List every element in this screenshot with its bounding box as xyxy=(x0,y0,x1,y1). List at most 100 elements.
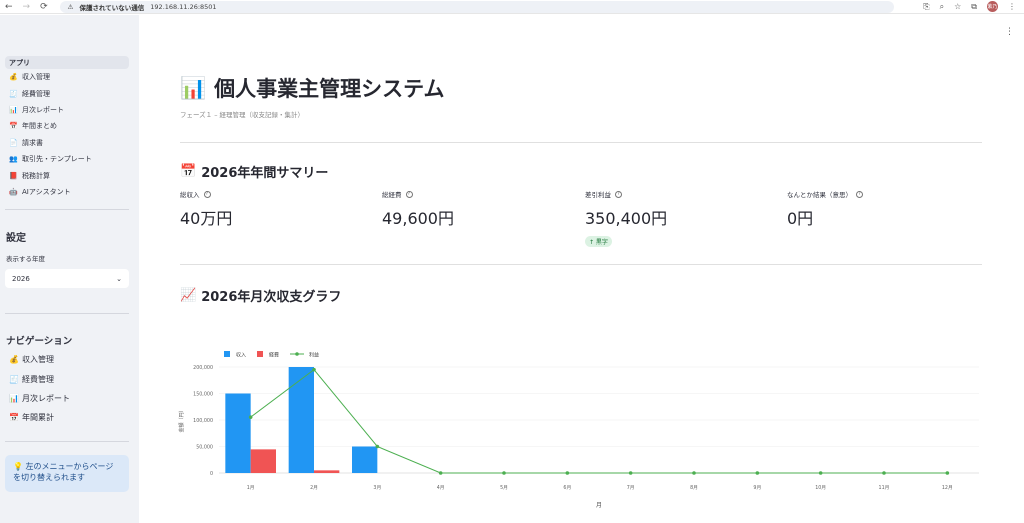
page-label: 税務計算 xyxy=(22,171,50,180)
y-tick-label: 200,000 xyxy=(193,365,213,371)
calendar-icon: 📅 xyxy=(9,413,19,423)
page-item-monthly-report[interactable]: 📊 月次レポート xyxy=(5,102,129,118)
legend-label: 利益 xyxy=(309,352,319,359)
income-bar xyxy=(288,367,314,473)
profit-point xyxy=(375,444,380,449)
page-label: 収入管理 xyxy=(22,73,50,82)
settings-title: 設定 xyxy=(6,233,26,245)
page-title-text: 個人事業主管理システム xyxy=(214,77,445,101)
help-icon[interactable]: ? xyxy=(203,190,211,198)
y-tick-label: 0 xyxy=(210,471,213,477)
browser-toolbar: ← → ⟳ ⚠ 保護されていない通信 192.168.11.26:8501 ⎘ … xyxy=(0,0,1024,14)
page-item-clients[interactable]: 👥 取引先・テンプレート xyxy=(5,151,129,167)
nav-link-monthly-report[interactable]: 📊 月次レポート xyxy=(5,389,129,408)
app-menu-icon[interactable]: ⋮ xyxy=(1005,27,1014,37)
page-item-tax[interactable]: 📕 税務計算 xyxy=(5,167,129,183)
metric-net-profit: 差引利益? 350,400円 ↑ 黒字 xyxy=(585,189,667,248)
metric-value: 40万円 xyxy=(180,209,233,228)
profit-point xyxy=(628,471,633,475)
nav-link-expense[interactable]: 🧾 経費管理 xyxy=(5,370,129,389)
forward-icon[interactable]: → xyxy=(23,2,31,12)
page-subtitle: フェーズ１ – 経理管理（収支記録・集計） xyxy=(180,111,305,119)
legend-marker xyxy=(295,352,299,356)
metric-total-income: 総収入? 40万円 xyxy=(180,189,232,229)
page-label: 月次レポート xyxy=(22,105,64,114)
profit-point xyxy=(565,471,570,475)
x-tick-label: 4月 xyxy=(437,485,445,491)
x-axis-title: 月 xyxy=(596,502,602,509)
receipt-icon: 🧾 xyxy=(9,89,18,98)
profit-point xyxy=(438,471,443,475)
monthly-chart[interactable]: 0 50,000 100,000 150,000 200,000 1月 2月 3月 4月 5月 6月… xyxy=(169,347,989,512)
x-tick-label: 2月 xyxy=(310,485,318,491)
x-tick-label: 12月 xyxy=(942,485,953,491)
browser-menu-icon[interactable]: ⋮ xyxy=(1008,2,1016,11)
y-tick-label: 50,000 xyxy=(196,445,213,451)
address-bar[interactable]: ⚠ 保護されていない通信 192.168.11.26:8501 xyxy=(59,0,894,13)
main-content: ⋮ 📊 個人事業主管理システム フェーズ１ – 経理管理（収支記録・集計） 📅 … xyxy=(139,15,1024,523)
x-tick-label: 5月 xyxy=(500,485,508,491)
nav-link-label: 年間累計 xyxy=(21,413,54,423)
money-bag-icon: 💰 xyxy=(9,73,18,82)
bar-chart-icon: 📊 xyxy=(9,394,19,404)
legend-label: 経費 xyxy=(269,352,279,359)
page-item-yearly-summary[interactable]: 📅 年間まとめ xyxy=(5,118,129,134)
legend-label: 収入 xyxy=(236,352,246,359)
x-tick-label: 6月 xyxy=(563,485,571,491)
zoom-icon[interactable]: ⌕ xyxy=(940,2,944,12)
page-list: 💰 収入管理 🧾 経費管理 📊 月次レポート 📅 年間まとめ 📄 請求書 👥 取引先・テンプ… xyxy=(5,69,129,200)
app-header-label: アプリ xyxy=(9,58,30,67)
page-item-income[interactable]: 💰 収入管理 xyxy=(5,69,129,85)
divider xyxy=(180,264,982,265)
lightbulb-icon: 💡 xyxy=(13,461,23,471)
document-icon: 📄 xyxy=(9,138,18,147)
profile-avatar[interactable]: 紫乃 xyxy=(987,1,998,12)
metric-value: 350,400円 xyxy=(585,209,668,228)
navigation-title: ナビゲーション xyxy=(6,336,73,348)
bar-chart-icon: 📊 xyxy=(9,105,18,114)
robot-icon: 🤖 xyxy=(9,187,18,196)
profit-point xyxy=(248,415,253,419)
page-label: 取引先・テンプレート xyxy=(22,155,92,164)
nav-link-yearly-total[interactable]: 📅 年間累計 xyxy=(5,408,129,427)
divider xyxy=(180,142,982,143)
divider xyxy=(5,440,129,442)
reload-icon[interactable]: ⟳ xyxy=(40,2,48,12)
metric-delta-badge: ↑ 黒字 xyxy=(585,236,612,247)
y-tick-label: 150,000 xyxy=(193,392,213,398)
extensions-icon[interactable]: ⧉ xyxy=(971,2,977,12)
page-item-expense[interactable]: 🧾 経費管理 xyxy=(5,85,129,101)
y-tick-label: 100,000 xyxy=(193,418,213,424)
back-icon[interactable]: ← xyxy=(5,2,13,12)
profit-point xyxy=(945,471,950,475)
info-box: 💡 左のメニューからページを切り替えられます xyxy=(5,454,129,492)
page-label: 経費管理 xyxy=(22,89,50,98)
people-icon: 👥 xyxy=(9,155,18,164)
sidebar-app-header[interactable]: アプリ xyxy=(5,56,129,69)
profit-point xyxy=(692,471,696,475)
income-bar xyxy=(352,446,378,473)
summary-heading-text: 2026年年間サマリー xyxy=(201,166,329,181)
security-warning: 保護されていない通信 xyxy=(79,3,145,12)
y-axis-title: 金額（円） xyxy=(178,407,185,432)
metric-value: 49,600円 xyxy=(382,209,454,228)
metric-label: 総収入 xyxy=(180,191,200,199)
page-item-invoice[interactable]: 📄 請求書 xyxy=(5,135,129,151)
profit-point xyxy=(882,471,886,475)
nav-link-label: 収入管理 xyxy=(21,355,54,365)
help-icon[interactable]: ? xyxy=(856,190,863,198)
nav-link-income[interactable]: 💰 収入管理 xyxy=(5,350,129,369)
year-select[interactable]: 2026 ⌄ xyxy=(5,269,129,289)
x-tick-label: 10月 xyxy=(815,485,826,491)
chart-heading-text: 2026年月次収支グラフ xyxy=(201,290,342,305)
bookmark-star-icon[interactable]: ☆ xyxy=(954,2,961,11)
page-label: AIアシスタント xyxy=(22,187,71,196)
help-icon[interactable]: ? xyxy=(615,190,622,198)
income-bar xyxy=(225,393,251,473)
page-title: 📊 個人事業主管理システム xyxy=(180,73,445,103)
page-item-ai-assistant[interactable]: 🤖 AIアシスタント xyxy=(5,184,129,200)
metric-other-result: なんとか結果（意思）? 0円 xyxy=(787,189,863,229)
help-icon[interactable]: ? xyxy=(405,190,413,198)
chevron-down-icon: ⌄ xyxy=(116,274,122,283)
translate-icon[interactable]: ⎘ xyxy=(923,2,929,12)
